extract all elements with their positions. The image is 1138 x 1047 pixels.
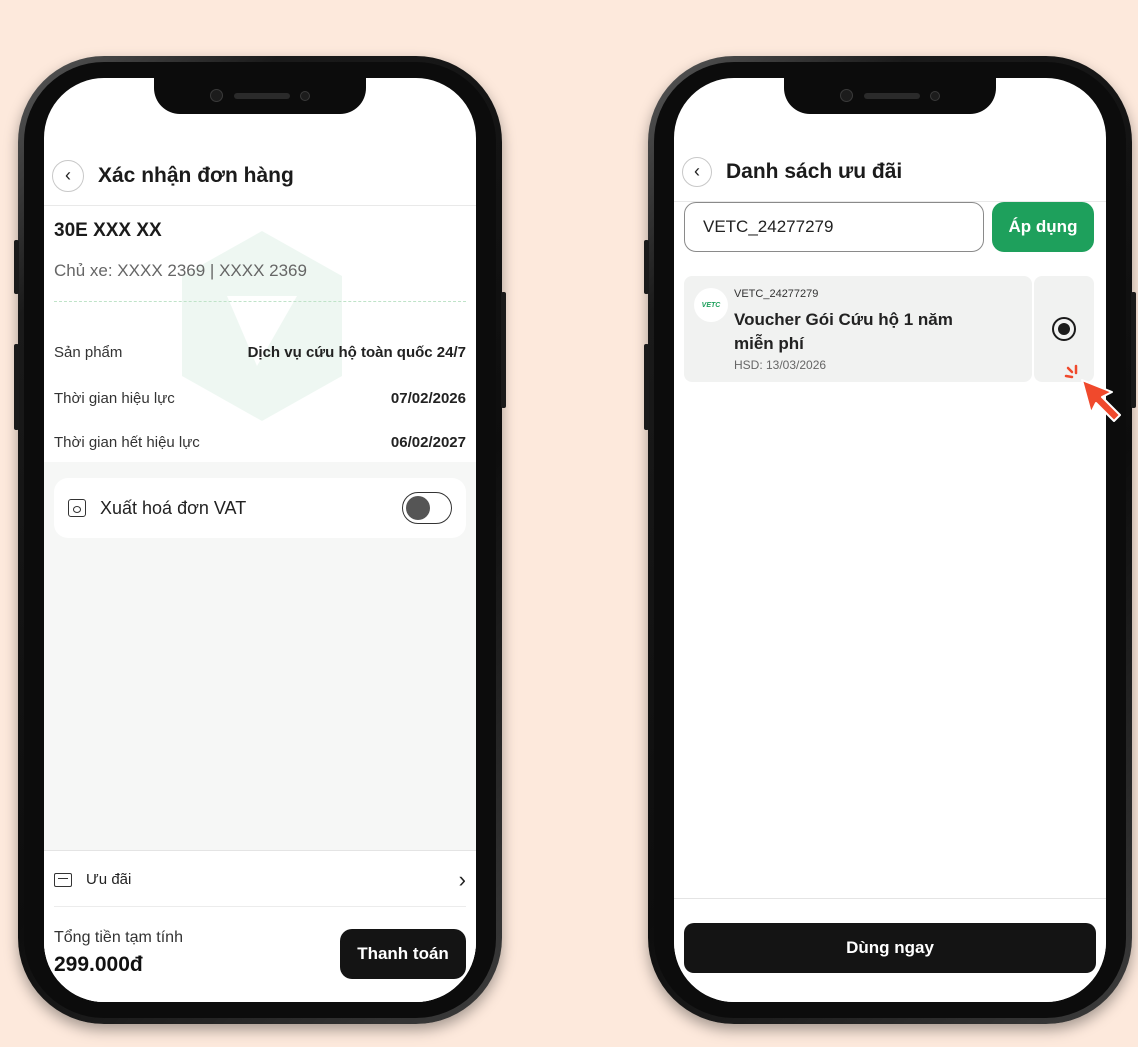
voucher-expiry: HSD: 13/03/2026 xyxy=(734,358,827,372)
phone-frame-left: ‹ Xác nhận đơn hàng 30E XXX XX Chủ xe: X… xyxy=(14,56,506,1024)
detail-row-product: Sản phẩm Dịch vụ cứu hộ toàn quốc 24/7 xyxy=(54,344,466,361)
dashed-divider xyxy=(54,301,466,302)
pay-button[interactable]: Thanh toán xyxy=(340,929,466,979)
vehicle-owner: Chủ xe: XXXX 2369 | XXXX 2369 xyxy=(54,261,307,280)
checkout-footer: Ưu đãi › Tổng tiền tạm tính 299.000đ Tha… xyxy=(44,850,476,1002)
voucher-name: Voucher Gói Cứu hộ 1 năm miễn phí xyxy=(734,310,953,353)
voucher-list-screen: ‹ Danh sách ưu đãi Áp dụng VETC VETC_242… xyxy=(674,78,1106,1002)
promotion-label: Ưu đãi xyxy=(86,871,132,888)
receipt-icon xyxy=(68,499,86,517)
header: ‹ Xác nhận đơn hàng xyxy=(44,146,476,206)
vat-invoice-toggle[interactable] xyxy=(402,492,452,524)
notch xyxy=(154,78,366,114)
page-title: Danh sách ưu đãi xyxy=(726,159,903,183)
detail-label: Thời gian hết hiệu lực xyxy=(54,434,200,451)
license-plate: 30E XXX XX xyxy=(54,220,162,241)
camera-icon xyxy=(840,89,853,102)
voucher-code-input[interactable] xyxy=(684,202,984,252)
use-now-button[interactable]: Dùng ngay xyxy=(684,923,1096,973)
voucher-radio[interactable] xyxy=(1052,317,1076,341)
detail-row-valid-from: Thời gian hiệu lực 07/02/2026 xyxy=(54,390,466,407)
side-button xyxy=(644,344,649,430)
page-title: Xác nhận đơn hàng xyxy=(98,163,294,187)
speaker-icon xyxy=(864,93,920,99)
detail-value: 07/02/2026 xyxy=(390,390,466,407)
detail-label: Thời gian hiệu lực xyxy=(54,390,175,407)
bottom-bar: Dùng ngay xyxy=(674,898,1106,1002)
toggle-knob xyxy=(406,496,430,520)
chevron-right-icon: › xyxy=(458,866,466,892)
phone-frame-right: ‹ Danh sách ưu đãi Áp dụng VETC VETC_242… xyxy=(644,56,1136,1024)
promotion-row[interactable]: Ưu đãi › xyxy=(54,863,466,907)
camera-icon xyxy=(210,89,223,102)
radio-selected-dot xyxy=(1058,323,1070,335)
detail-value: 06/02/2027 xyxy=(390,434,466,451)
side-button xyxy=(501,292,506,408)
vat-invoice-card: Xuất hoá đơn VAT xyxy=(54,478,466,538)
detail-row-valid-until: Thời gian hết hiệu lực 06/02/2027 xyxy=(54,434,466,451)
back-button[interactable]: ‹ xyxy=(52,159,84,192)
back-chevron-icon: ‹ xyxy=(65,165,71,185)
apply-button[interactable]: Áp dụng xyxy=(992,202,1094,252)
logo-text: VETC xyxy=(701,301,721,309)
back-chevron-icon: ‹ xyxy=(694,161,700,181)
pointer-cursor-icon xyxy=(1064,364,1121,422)
side-button xyxy=(14,344,19,430)
total-label: Tổng tiền tạm tính xyxy=(54,929,183,946)
speaker-icon xyxy=(234,93,290,99)
detail-value: Dịch vụ cứu hộ toàn quốc 24/7 xyxy=(247,344,466,361)
vetc-logo-icon: VETC xyxy=(694,288,728,322)
sensor-icon xyxy=(930,91,940,101)
sensor-icon xyxy=(300,91,310,101)
voucher-card[interactable]: VETC VETC_24277279 Voucher Gói Cứu hộ 1 … xyxy=(684,276,1032,382)
side-button xyxy=(644,240,649,294)
header: ‹ Danh sách ưu đãi xyxy=(674,142,1106,202)
ticket-icon xyxy=(54,872,72,887)
notch xyxy=(784,78,996,114)
back-button[interactable]: ‹ xyxy=(682,156,712,187)
side-button xyxy=(1131,292,1136,408)
detail-label: Sản phẩm xyxy=(54,344,123,361)
side-button xyxy=(14,240,19,294)
voucher-code: VETC_24277279 xyxy=(734,288,819,300)
vat-invoice-label: Xuất hoá đơn VAT xyxy=(100,497,247,518)
order-confirmation-screen: ‹ Xác nhận đơn hàng 30E XXX XX Chủ xe: X… xyxy=(44,78,476,1002)
total-amount: 299.000đ xyxy=(54,953,143,976)
